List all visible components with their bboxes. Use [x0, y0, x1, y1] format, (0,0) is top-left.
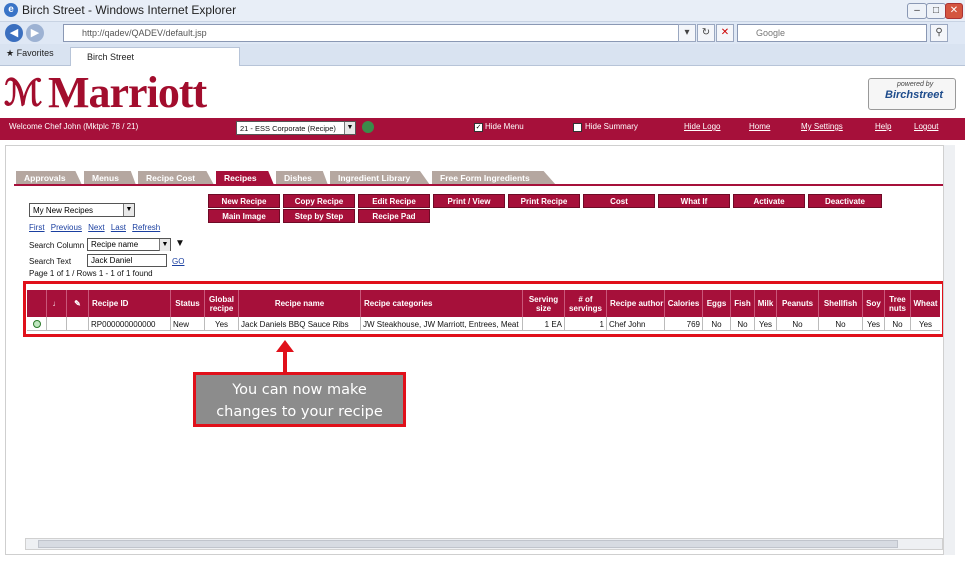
callout-box: You can now make changes to your recipe	[193, 372, 406, 427]
previous-link[interactable]: Previous	[51, 223, 82, 232]
tab-ingredient-library[interactable]: Ingredient Library	[330, 171, 430, 185]
forward-icon[interactable]: ▶	[26, 24, 44, 42]
ie-logo-icon: e	[4, 3, 18, 17]
birchstreet-logo: powered by Birchstreet	[868, 78, 956, 110]
horizontal-scrollbar[interactable]	[25, 538, 943, 550]
main-image-button[interactable]: Main Image	[208, 209, 280, 223]
search-text-input[interactable]: Jack Daniel	[87, 254, 167, 267]
recipe-pad-button[interactable]: Recipe Pad	[358, 209, 430, 223]
search-icon[interactable]: ⚲	[930, 24, 948, 42]
chevron-down-icon: ▼	[123, 204, 134, 216]
powered-by-label: powered by	[897, 81, 934, 88]
highlight-frame	[23, 281, 945, 337]
address-bar: ◀ ▶ http://qadev/QADEV/default.jsp ▾ ↻ ✕…	[0, 22, 965, 44]
hide-menu-checkbox[interactable]: ✓	[474, 123, 483, 132]
globe-icon[interactable]	[362, 121, 374, 133]
view-select-value: My New Recipes	[33, 206, 94, 215]
partner-name: Birchstreet	[885, 89, 944, 101]
next-link[interactable]: Next	[88, 223, 104, 232]
vertical-scrollbar[interactable]	[943, 145, 955, 555]
chevron-down-icon: ▼	[159, 239, 170, 251]
refresh-link[interactable]: Refresh	[132, 223, 160, 232]
scrollbar-thumb[interactable]	[38, 540, 898, 548]
hide-menu-label: Hide Menu	[485, 122, 524, 131]
cost-button[interactable]: Cost	[583, 194, 655, 208]
marriott-m-icon: ℳ	[4, 73, 43, 113]
marriott-logo: ℳ Marriott	[4, 70, 240, 116]
print-recipe-button[interactable]: Print Recipe	[508, 194, 580, 208]
title-bar: e Birch Street - Windows Internet Explor…	[0, 0, 965, 22]
my-settings-link[interactable]: My Settings	[801, 122, 843, 131]
tab-menus[interactable]: Menus	[84, 171, 136, 185]
first-link[interactable]: First	[29, 223, 45, 232]
tab-underline	[14, 184, 948, 186]
new-recipe-button[interactable]: New Recipe	[208, 194, 280, 208]
tab-recipes[interactable]: Recipes	[216, 171, 274, 185]
stop-icon[interactable]: ✕	[716, 24, 734, 42]
chevron-down-icon: ▼	[344, 122, 355, 134]
hide-summary-checkbox[interactable]	[573, 123, 582, 132]
favorites-button[interactable]: ★ Favorites	[6, 48, 54, 59]
what-if-button[interactable]: What If	[658, 194, 730, 208]
search-column-label: Search Column	[29, 241, 85, 250]
go-link[interactable]: GO	[172, 257, 184, 266]
user-header-bar: Welcome Chef John (Mktplc 78 / 21) 21 - …	[0, 118, 965, 140]
tab-dishes[interactable]: Dishes	[276, 171, 328, 185]
hide-summary-label: Hide Summary	[585, 122, 638, 131]
tab-recipe-cost[interactable]: Recipe Cost	[138, 171, 214, 185]
print-view-button[interactable]: Print / View	[433, 194, 505, 208]
welcome-text: Welcome Chef John (Mktplc 78 / 21)	[9, 122, 139, 131]
maximize-button[interactable]: □	[926, 3, 946, 19]
callout-line-1: You can now make	[232, 382, 367, 398]
deactivate-button[interactable]: Deactivate	[808, 194, 882, 208]
activate-button[interactable]: Activate	[733, 194, 805, 208]
view-select[interactable]: My New Recipes ▼	[29, 203, 135, 217]
home-link[interactable]: Home	[749, 122, 770, 131]
property-select-value: 21 - ESS Corporate (Recipe)	[240, 124, 336, 133]
minimize-button[interactable]: –	[907, 3, 927, 19]
edit-recipe-button[interactable]: Edit Recipe	[358, 194, 430, 208]
property-select[interactable]: 21 - ESS Corporate (Recipe) ▼	[236, 121, 356, 135]
help-link[interactable]: Help	[875, 122, 891, 131]
browser-tab[interactable]: Birch Street	[70, 47, 240, 66]
last-link[interactable]: Last	[111, 223, 126, 232]
sort-icon[interactable]: ▼	[175, 238, 185, 249]
back-icon[interactable]: ◀	[5, 24, 23, 42]
search-column-select[interactable]: Recipe name ▼	[87, 238, 171, 251]
search-input[interactable]: Google	[737, 24, 927, 42]
search-column-value: Recipe name	[91, 240, 139, 249]
brand-name: Marriott	[48, 68, 207, 117]
copy-recipe-button[interactable]: Copy Recipe	[283, 194, 355, 208]
tab-free-form-ingredients[interactable]: Free Form Ingredients	[432, 171, 556, 185]
results-summary: Page 1 of 1 / Rows 1 - 1 of 1 found	[29, 269, 153, 278]
search-text-label: Search Text	[29, 257, 72, 266]
favorites-bar: ★ Favorites Birch Street	[0, 44, 965, 66]
logout-link[interactable]: Logout	[914, 122, 938, 131]
step-by-step-button[interactable]: Step by Step	[283, 209, 355, 223]
refresh-icon[interactable]: ↻	[697, 24, 715, 42]
favorites-label: Favorites	[16, 48, 54, 58]
close-window-button[interactable]: ✕	[945, 3, 963, 19]
url-input[interactable]: http://qadev/QADEV/default.jsp	[63, 24, 693, 42]
url-dropdown-icon[interactable]: ▾	[678, 24, 696, 42]
tab-approvals[interactable]: Approvals	[16, 171, 82, 185]
window-title: Birch Street - Windows Internet Explorer	[22, 3, 237, 17]
pager-links: First Previous Next Last Refresh	[29, 223, 164, 232]
hide-logo-link[interactable]: Hide Logo	[684, 122, 720, 131]
callout-line-2: changes to your recipe	[216, 404, 383, 420]
arrow-shaft	[283, 350, 287, 372]
